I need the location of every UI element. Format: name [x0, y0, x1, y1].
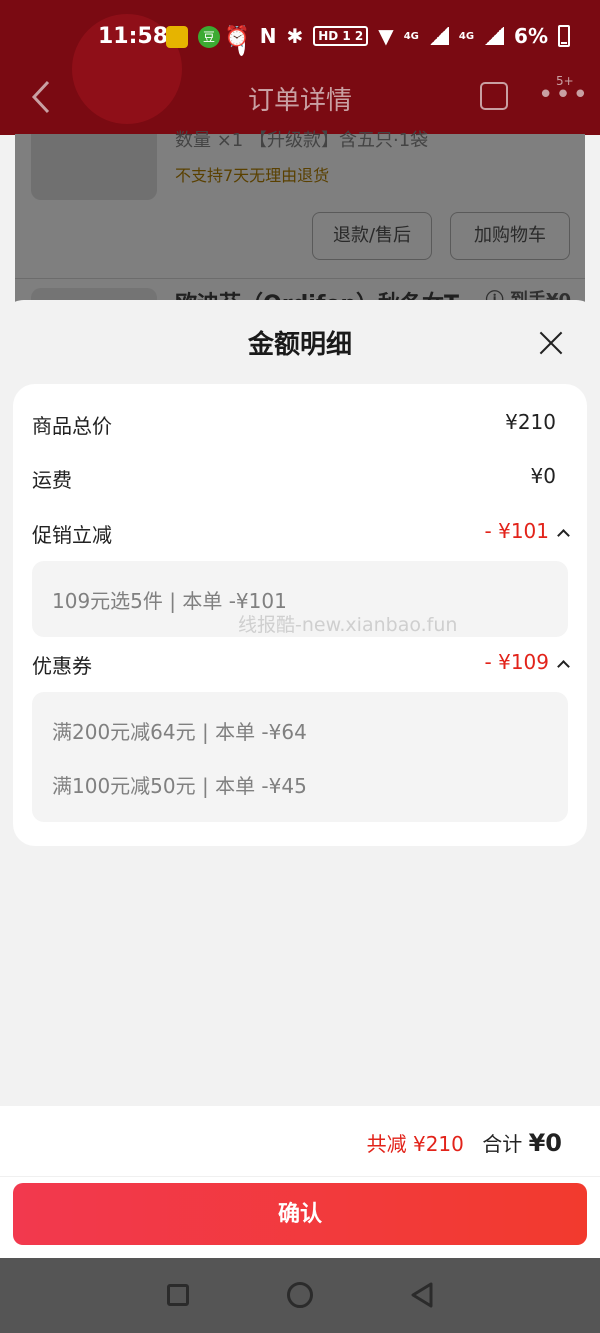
- goods-total-label: 商品总价: [32, 414, 112, 438]
- status-bar: 11:58 豆 ⏰ N ✱ HD 1 2 ▼ 4G 4G 6%: [0, 20, 600, 60]
- signal-icon-2: [484, 27, 505, 45]
- coupon-detail-line: 满200元减64元 | 本单 -¥64: [52, 720, 307, 744]
- shipping-row: 运费 ¥0: [32, 464, 568, 494]
- chevron-up-icon[interactable]: [557, 660, 570, 673]
- coupon-row[interactable]: 优惠券 - ¥109: [32, 650, 570, 680]
- total-value: ¥0: [528, 1129, 562, 1157]
- hd-voice-icon: HD 1 2: [313, 26, 369, 46]
- promo-label: 促销立减: [32, 523, 112, 547]
- divider: [15, 278, 585, 279]
- total-summary: 共减 ¥210 合计 ¥0: [367, 1128, 562, 1157]
- sheet-title: 金额明细: [247, 330, 352, 360]
- nfc-icon: N: [259, 24, 277, 48]
- back-icon[interactable]: [410, 1282, 434, 1308]
- promo-value-wrap: - ¥101: [484, 519, 570, 543]
- coupon-value-wrap: - ¥109: [484, 650, 570, 674]
- shipping-value: ¥0: [530, 464, 556, 488]
- add-to-cart-button[interactable]: 加购物车: [450, 212, 570, 260]
- shipping-label: 运费: [32, 468, 72, 492]
- wifi-icon: ▼: [378, 24, 394, 48]
- network-4g-label-2: 4G: [458, 30, 475, 42]
- douban-notification-icon: 豆: [198, 26, 220, 48]
- share-icon[interactable]: [480, 82, 508, 110]
- signal-icon: [428, 27, 449, 45]
- sheet-footer: 共减 ¥210 合计 ¥0 确认: [0, 1106, 600, 1258]
- battery-icon: [558, 25, 570, 47]
- more-options-icon[interactable]: •••: [538, 82, 590, 108]
- bluetooth-icon: ✱: [286, 24, 304, 48]
- confirm-button[interactable]: 确认: [13, 1183, 587, 1245]
- goods-total-row: 商品总价 ¥210: [32, 410, 568, 440]
- order-item-card: 数量 ×1 【升级款】含五只·1袋 不支持7天无理由退货 退款/售后 加购物车 …: [15, 130, 585, 318]
- app-header: 11:58 豆 ⏰ N ✱ HD 1 2 ▼ 4G 4G 6% 订单详情 •••…: [0, 0, 600, 135]
- refund-button[interactable]: 退款/售后: [312, 212, 432, 260]
- mail-notification-icon: [166, 26, 188, 48]
- nav-bar: 订单详情 ••• 5+: [0, 68, 600, 128]
- promo-value: - ¥101: [484, 519, 549, 543]
- home-icon[interactable]: [287, 1282, 313, 1308]
- chevron-up-icon[interactable]: [557, 529, 570, 542]
- coupon-value: - ¥109: [484, 650, 549, 674]
- alarm-icon: ⏰: [224, 24, 250, 48]
- more-badge: 5+: [556, 74, 574, 88]
- close-icon[interactable]: [538, 330, 564, 356]
- recent-apps-icon[interactable]: [167, 1284, 189, 1306]
- product-thumbnail: [31, 134, 157, 200]
- total-label: 合计: [482, 1132, 523, 1156]
- coupon-label: 优惠券: [32, 654, 92, 678]
- system-status-icons: ⏰ N ✱ HD 1 2 ▼ 4G 4G 6%: [225, 24, 570, 48]
- total-saved: 共减 ¥210: [366, 1132, 464, 1156]
- goods-total-value: ¥210: [505, 410, 556, 434]
- battery-percent: 6%: [514, 24, 548, 48]
- product-spec-text: 数量 ×1 【升级款】含五只·1袋: [175, 130, 429, 151]
- status-time: 11:58: [98, 24, 169, 49]
- coupon-detail-line: 满100元减50元 | 本单 -¥45: [52, 774, 307, 798]
- network-4g-label: 4G: [403, 30, 419, 42]
- coupon-detail-box: 满200元减64元 | 本单 -¥64 满100元减50元 | 本单 -¥45: [32, 692, 568, 822]
- divider: [0, 1176, 600, 1177]
- page-title: 订单详情: [247, 86, 352, 116]
- system-nav-bar: [0, 1258, 600, 1333]
- promo-row[interactable]: 促销立减 - ¥101: [32, 519, 570, 549]
- no-return-notice: 不支持7天无理由退货: [175, 166, 330, 185]
- watermark-text: 线报酷-new.xianbao.fun: [238, 614, 458, 636]
